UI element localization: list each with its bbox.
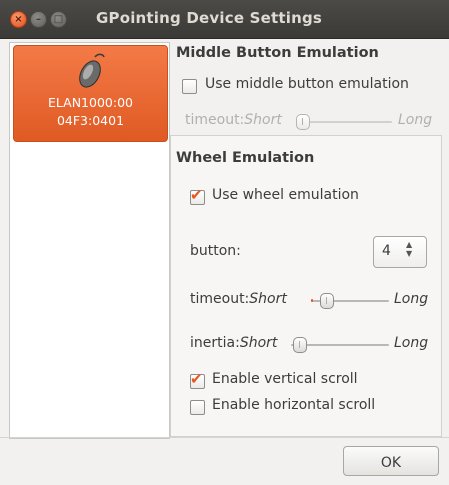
window-title: GPointing Device Settings [96, 9, 323, 27]
minimize-icon: – [36, 14, 41, 25]
horizontal-scroll-checkbox[interactable] [190, 400, 205, 415]
device-name-line2: 04F3:0401 [56, 113, 125, 128]
device-list: ELAN1000:00 04F3:0401 [9, 42, 170, 439]
settings-window: × – □ GPointing Device Settings ELAN1000… [0, 0, 449, 485]
mouse-icon [79, 53, 105, 88]
button-spinner[interactable]: 4 ▲ ▼ [373, 236, 427, 268]
wheel-timeout-fill [311, 299, 313, 302]
maximize-button[interactable]: □ [50, 11, 67, 28]
wheel-emulation-heading: Wheel Emulation [176, 150, 315, 166]
footer-divider [0, 437, 449, 438]
title-bar[interactable]: × – □ GPointing Device Settings [0, 0, 449, 39]
button-spinner-value: 4 [382, 243, 391, 259]
wheel-timeout-long: Long [394, 291, 428, 307]
device-item-elan1000[interactable]: ELAN1000:00 04F3:0401 [13, 45, 168, 142]
wheel-timeout-row: timeout:Short [190, 291, 287, 307]
check-icon: ✔ [190, 370, 203, 388]
inertia-slider[interactable] [293, 337, 307, 353]
button-label: button: [190, 243, 241, 259]
inertia-label: inertia: [190, 335, 240, 351]
middle-timeout-short: Short [244, 112, 282, 128]
inertia-row: inertia:Short [190, 335, 277, 351]
check-icon: ✔ [190, 186, 203, 204]
close-button[interactable]: × [10, 11, 27, 28]
maximize-icon: □ [53, 14, 64, 25]
wheel-emulation-checkbox[interactable]: ✔ [190, 186, 205, 205]
middle-timeout-long: Long [398, 112, 432, 128]
wheel-emulation-box [170, 135, 442, 437]
close-icon: × [14, 14, 23, 25]
middle-timeout-label: timeout: [185, 112, 245, 128]
inertia-short: Short [239, 335, 278, 351]
device-name-line1: ELAN1000:00 [48, 95, 133, 110]
middle-timeout-slider[interactable] [296, 114, 310, 130]
wheel-timeout-short: Short [249, 291, 287, 307]
wheel-timeout-slider[interactable] [320, 293, 334, 309]
vertical-scroll-checkbox[interactable]: ✔ [190, 370, 205, 389]
middle-button-label: Use middle button emulation [205, 76, 409, 92]
inertia-long-text: Long [394, 335, 429, 351]
inertia-long: Long [394, 335, 428, 351]
middle-timeout-long-text: Long [398, 112, 433, 128]
horizontal-scroll-label: Enable horizontal scroll [212, 397, 376, 413]
spinner-arrows-icon[interactable]: ▲ ▼ [406, 240, 412, 258]
middle-timeout-track [302, 121, 392, 123]
wheel-timeout-long-text: Long [394, 291, 429, 307]
wheel-emulation-label: Use wheel emulation [212, 187, 359, 203]
ok-button[interactable]: OK [343, 446, 439, 476]
middle-button-heading: Middle Button Emulation [176, 45, 379, 61]
middle-timeout-row: timeout:Short [185, 112, 282, 128]
minimize-button[interactable]: – [30, 11, 47, 28]
middle-button-checkbox[interactable] [182, 79, 197, 94]
wheel-timeout-label: timeout: [190, 291, 250, 307]
vertical-scroll-label: Enable vertical scroll [212, 371, 358, 387]
settings-panel: Middle Button Emulation Use middle butto… [168, 42, 449, 437]
